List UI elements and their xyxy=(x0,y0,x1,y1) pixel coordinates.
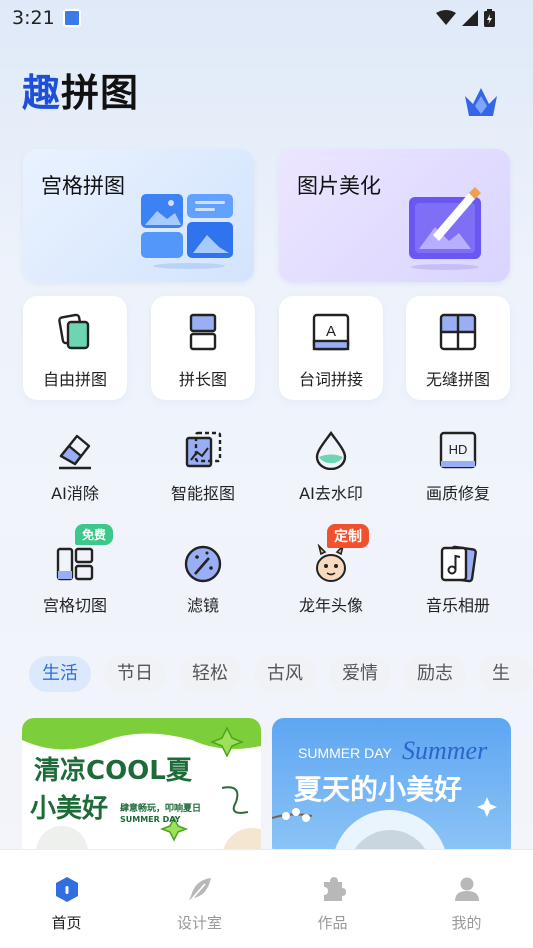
tag-inspire[interactable]: 励志 xyxy=(404,656,466,692)
custom-badge: 定制 xyxy=(327,524,369,548)
tag-life[interactable]: 生活 xyxy=(29,656,91,692)
banner-right-title: 夏天的小美好 xyxy=(294,773,463,806)
tag-festival[interactable]: 节日 xyxy=(104,656,166,692)
tab-works-label: 作品 xyxy=(317,914,348,932)
status-bar: 3:21 xyxy=(0,0,533,36)
vip-crown-icon[interactable] xyxy=(463,86,499,118)
wifi-icon xyxy=(436,10,456,25)
grid-collage-label: 宫格拼图 xyxy=(41,174,125,198)
dragon-avatar-icon xyxy=(316,544,346,582)
eraser-icon xyxy=(59,434,91,470)
tag-birthday[interactable]: 生日 xyxy=(479,656,533,692)
banner-left-sub2: SUMMER DAY xyxy=(120,815,181,824)
smart-cutout-label: 智能抠图 xyxy=(170,484,235,503)
free-badge: 免费 xyxy=(75,524,114,545)
quality-repair-label: 画质修复 xyxy=(425,484,490,503)
tab-profile[interactable]: 我的 xyxy=(400,850,533,948)
template-card-summer-day[interactable]: SUMMER DAY Summer 夏天的小美好 xyxy=(272,718,511,858)
music-album-tool[interactable]: 音乐相册 xyxy=(406,528,510,632)
grid-cut-tool[interactable]: 免费 宫格切图 xyxy=(23,524,127,632)
app-notification-icon xyxy=(63,9,81,27)
grid-collage-card[interactable]: 宫格拼图 xyxy=(23,149,254,282)
puzzle-icon xyxy=(324,877,346,901)
quality-repair-tool[interactable]: HD 画质修复 xyxy=(406,414,510,518)
banner-left-line2: 小美好 xyxy=(30,794,109,824)
tab-home-label: 首页 xyxy=(51,914,82,932)
free-collage-label: 自由拼图 xyxy=(42,370,107,389)
free-collage-tool[interactable]: 自由拼图 xyxy=(23,296,127,400)
music-album-label: 音乐相册 xyxy=(425,596,490,615)
ai-erase-tool[interactable]: AI消除 xyxy=(23,414,127,518)
grid-cut-label: 宫格切图 xyxy=(42,596,107,615)
filter-label: 滤镜 xyxy=(186,596,219,615)
ai-watermark-label: AI去水印 xyxy=(299,484,363,503)
ai-erase-label: AI消除 xyxy=(51,484,99,503)
banner-left-sub1: 肆意畅玩，叩响夏日 xyxy=(120,804,202,814)
water-drop-icon xyxy=(315,430,347,470)
app-title-first-char: 趣 xyxy=(22,71,62,115)
tab-design[interactable]: 设计室 xyxy=(133,850,266,948)
category-tags: 生活 节日 轻松 古风 爱情 励志 生日 xyxy=(0,656,533,692)
tab-works[interactable]: 作品 xyxy=(266,850,399,948)
banner-right-en-title: SUMMER DAY xyxy=(298,745,392,761)
smart-cutout-icon xyxy=(185,431,222,468)
long-image-tool[interactable]: 拼长图 xyxy=(151,296,255,400)
app-title: 趣拼图 xyxy=(22,62,139,117)
photo-beautify-card[interactable]: 图片美化 xyxy=(279,149,510,282)
music-album-icon xyxy=(440,545,477,583)
seamless-collage-label: 无缝拼图 xyxy=(425,370,490,389)
grid-cut-icon xyxy=(56,547,94,581)
photo-beautify-icon xyxy=(409,187,481,270)
long-image-icon xyxy=(189,313,217,351)
template-card-cool-summer[interactable]: 清凉COOL夏 小美好 肆意畅玩，叩响夏日 SUMMER DAY xyxy=(22,718,261,858)
photo-beautify-label: 图片美化 xyxy=(297,174,381,198)
long-image-label: 拼长图 xyxy=(178,370,227,389)
subtitle-stitch-label: 台词拼接 xyxy=(298,370,363,389)
feather-icon xyxy=(189,878,211,901)
free-collage-icon xyxy=(58,313,90,350)
bottom-tab-bar: 首页 设计室 作品 我的 xyxy=(0,849,533,948)
ai-watermark-removal-tool[interactable]: AI去水印 xyxy=(279,414,383,518)
seamless-collage-tool[interactable]: 无缝拼图 xyxy=(406,296,510,400)
tag-love[interactable]: 爱情 xyxy=(329,656,391,692)
magic-wand-icon xyxy=(184,545,222,583)
svg-text:HD: HD xyxy=(449,442,468,457)
hd-icon: HD xyxy=(439,431,477,469)
signal-icon xyxy=(462,10,478,26)
smart-cutout-tool[interactable]: 智能抠图 xyxy=(151,414,255,518)
banner-right-script: Summer xyxy=(402,736,488,765)
app-title-rest: 拼图 xyxy=(61,71,140,115)
battery-icon xyxy=(484,9,495,27)
tag-ancient[interactable]: 古风 xyxy=(254,656,316,692)
grid-collage-icon xyxy=(141,194,233,269)
home-icon xyxy=(56,877,78,902)
tab-profile-label: 我的 xyxy=(451,914,482,932)
subtitle-stitch-icon: A xyxy=(312,313,350,351)
filter-tool[interactable]: 滤镜 xyxy=(151,528,255,632)
tab-design-label: 设计室 xyxy=(176,914,222,932)
banner-left-line1: 清凉COOL夏 xyxy=(34,756,192,786)
tab-home[interactable]: 首页 xyxy=(0,850,133,948)
svg-text:A: A xyxy=(326,323,336,340)
dragon-avatar-label: 龙年头像 xyxy=(298,596,363,615)
status-time: 3:21 xyxy=(12,7,55,29)
seamless-collage-icon xyxy=(439,313,477,351)
subtitle-stitch-tool[interactable]: A 台词拼接 xyxy=(279,296,383,400)
tag-relaxed[interactable]: 轻松 xyxy=(179,656,241,692)
dragon-avatar-tool[interactable]: 定制 龙年头像 xyxy=(279,524,383,632)
user-icon xyxy=(455,877,479,901)
